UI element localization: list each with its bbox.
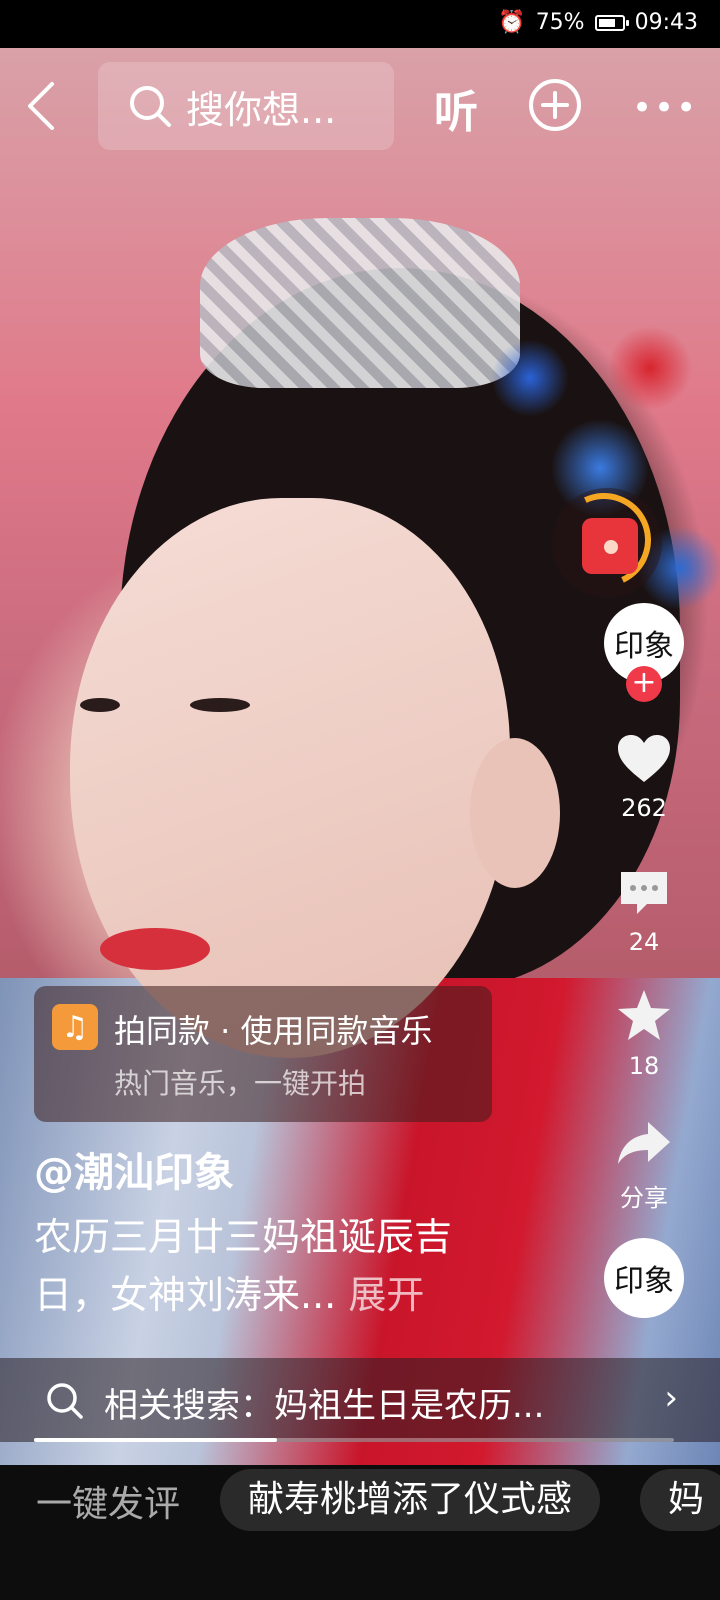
video-figure-eye xyxy=(190,698,250,712)
search-icon xyxy=(130,86,171,127)
favorite-count: 18 xyxy=(628,1052,660,1080)
favorite-button[interactable]: 18 xyxy=(596,988,692,1080)
top-bar: 搜你想... 听 ••• xyxy=(0,60,720,152)
music-disc-logo-text: 印象 xyxy=(614,1264,674,1299)
chevron-right-icon: › xyxy=(664,1378,678,1418)
comment-count: 24 xyxy=(628,928,660,956)
expand-link[interactable]: 展开 xyxy=(348,1273,424,1317)
red-packet-button[interactable] xyxy=(543,479,665,601)
video-progress-bar[interactable] xyxy=(34,1438,674,1442)
red-envelope-icon xyxy=(582,518,638,574)
back-button[interactable] xyxy=(22,80,62,132)
status-bar: ⏰ 75% 09:43 xyxy=(0,0,720,48)
listen-button[interactable]: 听 xyxy=(434,76,478,140)
comment-bubble-icon xyxy=(621,872,667,914)
bottom-comment-bar: 一键发评 献寿桃增添了仪式感 妈 xyxy=(0,1465,720,1600)
like-button[interactable]: 262 xyxy=(596,734,692,822)
comment-suggestion-chip[interactable]: 献寿桃增添了仪式感 xyxy=(220,1469,601,1531)
plus-circle-icon xyxy=(529,79,581,131)
video-progress-played xyxy=(34,1438,278,1442)
search-input[interactable]: 搜你想... xyxy=(98,62,394,150)
comment-button[interactable]: 24 xyxy=(596,868,692,956)
music-card-title: 拍同款 · 使用同款音乐 xyxy=(114,1012,433,1050)
comment-suggestion-chip[interactable]: 妈 xyxy=(640,1469,720,1531)
related-search-bar[interactable]: 相关搜索：妈祖生日是农历... › xyxy=(0,1358,720,1442)
video-figure-eye xyxy=(80,698,120,712)
back-arrow-icon xyxy=(28,82,54,130)
search-placeholder: 搜你想... xyxy=(186,87,337,132)
alarm-icon: ⏰ xyxy=(498,10,526,35)
clock: 09:43 xyxy=(634,10,698,35)
follow-button[interactable]: + xyxy=(626,666,662,702)
video-figure-flowers xyxy=(470,318,720,648)
related-search-label: 相关搜索：妈祖生日是农历... xyxy=(104,1386,545,1426)
add-button[interactable] xyxy=(528,78,582,132)
more-dots-icon: ••• xyxy=(632,88,699,128)
music-disc-avatar[interactable]: 印象 xyxy=(604,1238,684,1318)
share-label: 分享 xyxy=(620,1184,668,1212)
share-arrow-icon xyxy=(618,1122,670,1164)
quick-comment-label[interactable]: 一键发评 xyxy=(36,1475,180,1527)
share-button[interactable]: 分享 xyxy=(596,1118,692,1213)
like-count: 262 xyxy=(621,794,667,822)
more-button[interactable]: ••• xyxy=(632,88,698,128)
star-icon xyxy=(618,990,670,1040)
music-note-icon: ♫ xyxy=(52,1004,98,1050)
battery-percent: 75% xyxy=(535,10,585,35)
post-description: 农历三月廿三妈祖诞辰吉日，女神刘涛来... 展开 xyxy=(34,1208,524,1324)
video-figure-face xyxy=(70,498,510,1058)
video-figure-lips xyxy=(100,928,210,970)
battery-icon xyxy=(594,14,629,31)
search-icon xyxy=(47,1383,83,1419)
video-figure-ear xyxy=(470,738,560,888)
author-name[interactable]: @潮汕印象 xyxy=(34,1140,234,1198)
music-card-subtitle: 热门音乐，一键开拍 xyxy=(114,1067,367,1100)
heart-icon xyxy=(618,735,670,782)
use-same-music-card[interactable]: ♫ 拍同款 · 使用同款音乐 热门音乐，一键开拍 xyxy=(34,986,492,1122)
avatar-logo-text: 印象 xyxy=(614,629,674,664)
